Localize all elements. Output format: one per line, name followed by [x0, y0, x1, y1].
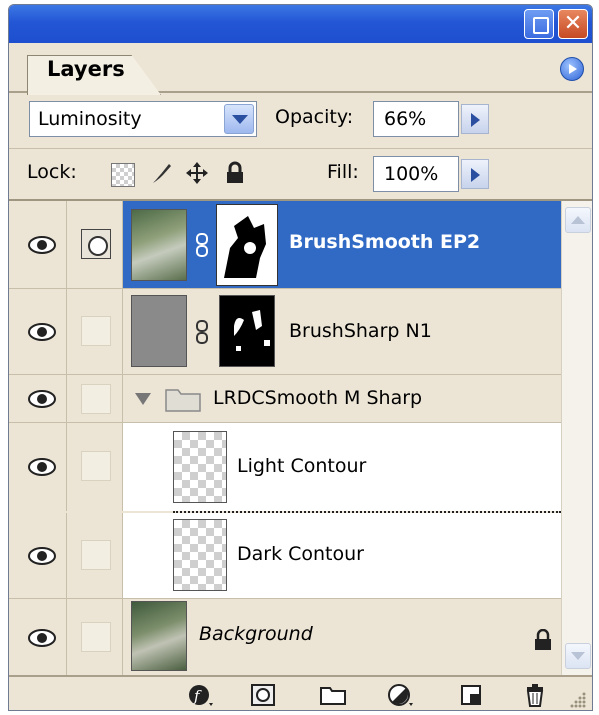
- eye-icon[interactable]: [28, 458, 56, 476]
- layer-thumbnail: [131, 601, 187, 671]
- blend-mode-select[interactable]: Luminosity: [29, 101, 257, 137]
- layer-content[interactable]: BrushSharp N1: [123, 289, 561, 374]
- opacity-slider-button[interactable]: [461, 104, 489, 134]
- link-box[interactable]: [81, 451, 111, 481]
- close-button[interactable]: ✕: [558, 9, 588, 39]
- layer-thumbnail: [131, 295, 187, 367]
- link-box[interactable]: [81, 316, 111, 346]
- layer-name[interactable]: BrushSmooth EP2: [289, 231, 480, 253]
- link-box[interactable]: [81, 622, 111, 652]
- visibility-toggle[interactable]: [15, 423, 67, 511]
- link-box[interactable]: [81, 540, 111, 570]
- resize-grip-icon[interactable]: [569, 691, 587, 709]
- lock-label: Lock:: [27, 161, 77, 183]
- eye-icon[interactable]: [28, 547, 56, 565]
- layer-mask-icon: [81, 229, 111, 259]
- link-cell[interactable]: [67, 423, 123, 511]
- scroll-down-button[interactable]: [565, 643, 591, 669]
- lock-icon: [535, 629, 551, 650]
- scroll-up-button[interactable]: [565, 207, 591, 233]
- new-layer-icon[interactable]: [457, 683, 485, 707]
- group-name[interactable]: LRDCSmooth M Sharp: [213, 387, 422, 409]
- lock-all-icon[interactable]: [223, 161, 247, 185]
- title-bar: ✕: [9, 5, 592, 43]
- opacity-field[interactable]: 66%: [373, 101, 459, 137]
- panel-menu-button[interactable]: [560, 57, 584, 81]
- chain-link-icon[interactable]: [195, 233, 209, 257]
- tab-strip: Layers: [9, 43, 592, 95]
- layer-name[interactable]: Dark Contour: [237, 543, 364, 565]
- layer-mask-thumbnail[interactable]: [219, 295, 275, 367]
- chain-link-icon[interactable]: [195, 320, 209, 344]
- layer-row[interactable]: BrushSharp N1: [9, 289, 561, 375]
- link-cell[interactable]: [67, 513, 123, 598]
- eye-icon[interactable]: [28, 629, 56, 647]
- folder-icon: [165, 389, 201, 412]
- layer-content[interactable]: Light Contour: [123, 423, 561, 511]
- visibility-toggle[interactable]: [15, 375, 67, 422]
- layer-style-icon[interactable]: f: [187, 683, 215, 707]
- lock-move-icon[interactable]: [185, 161, 209, 185]
- layer-row[interactable]: Background: [9, 599, 561, 675]
- bottom-toolbar: f: [9, 675, 592, 710]
- layer-row[interactable]: Light Contour: [9, 423, 561, 511]
- chevron-down-icon[interactable]: [224, 104, 254, 134]
- layer-name[interactable]: Background: [199, 623, 313, 645]
- visibility-toggle[interactable]: [15, 289, 67, 374]
- link-cell[interactable]: [67, 599, 123, 675]
- layer-name[interactable]: Light Contour: [237, 455, 366, 477]
- layer-content-selected[interactable]: BrushSmooth EP2: [123, 201, 561, 288]
- visibility-toggle[interactable]: [15, 201, 67, 288]
- fill-field[interactable]: 100%: [373, 156, 459, 192]
- eye-icon[interactable]: [28, 236, 56, 254]
- link-cell[interactable]: [67, 289, 123, 374]
- layer-group-row[interactable]: LRDCSmooth M Sharp: [9, 375, 561, 423]
- add-mask-icon[interactable]: [249, 683, 277, 707]
- visibility-toggle[interactable]: [15, 513, 67, 598]
- visibility-toggle[interactable]: [15, 599, 67, 675]
- adjustment-layer-icon[interactable]: [387, 683, 415, 707]
- layer-row[interactable]: Dark Contour: [9, 513, 561, 599]
- link-cell[interactable]: [67, 375, 123, 422]
- layer-thumbnail: [173, 519, 227, 591]
- expand-triangle-icon[interactable]: [135, 393, 151, 405]
- new-group-icon[interactable]: [319, 683, 347, 707]
- tab-layers-label: Layers: [47, 57, 125, 81]
- fill-slider-button[interactable]: [461, 159, 489, 189]
- group-content[interactable]: LRDCSmooth M Sharp: [123, 375, 561, 422]
- eye-icon[interactable]: [28, 390, 56, 408]
- layers-list: BrushSmooth EP2 BrushSharp N1 LRDCSmooth…: [9, 201, 561, 675]
- layers-panel: ✕ Layers Luminosity Opacity: 66% Lock: F…: [8, 4, 593, 711]
- eye-icon[interactable]: [28, 323, 56, 341]
- blend-mode-value: Luminosity: [38, 108, 142, 130]
- layer-thumbnail: [131, 209, 187, 281]
- layer-name[interactable]: BrushSharp N1: [289, 320, 432, 342]
- layer-row[interactable]: BrushSmooth EP2: [9, 201, 561, 289]
- layer-content[interactable]: Dark Contour: [123, 513, 561, 598]
- trash-icon[interactable]: [521, 683, 549, 707]
- lock-paint-brush-icon[interactable]: [149, 161, 173, 185]
- minimize-button[interactable]: [524, 9, 554, 39]
- layer-content[interactable]: Background: [123, 599, 561, 675]
- fill-label: Fill:: [327, 161, 359, 183]
- lock-transparency-icon[interactable]: [111, 163, 135, 187]
- layer-mask-thumbnail[interactable]: [216, 204, 278, 286]
- lock-fill-row: [9, 149, 592, 201]
- link-box[interactable]: [81, 384, 111, 414]
- layers-scrollbar[interactable]: [561, 201, 592, 675]
- layer-thumbnail: [173, 431, 227, 503]
- opacity-label: Opacity:: [275, 106, 354, 128]
- link-cell[interactable]: [67, 201, 123, 288]
- close-icon: ✕: [563, 11, 583, 36]
